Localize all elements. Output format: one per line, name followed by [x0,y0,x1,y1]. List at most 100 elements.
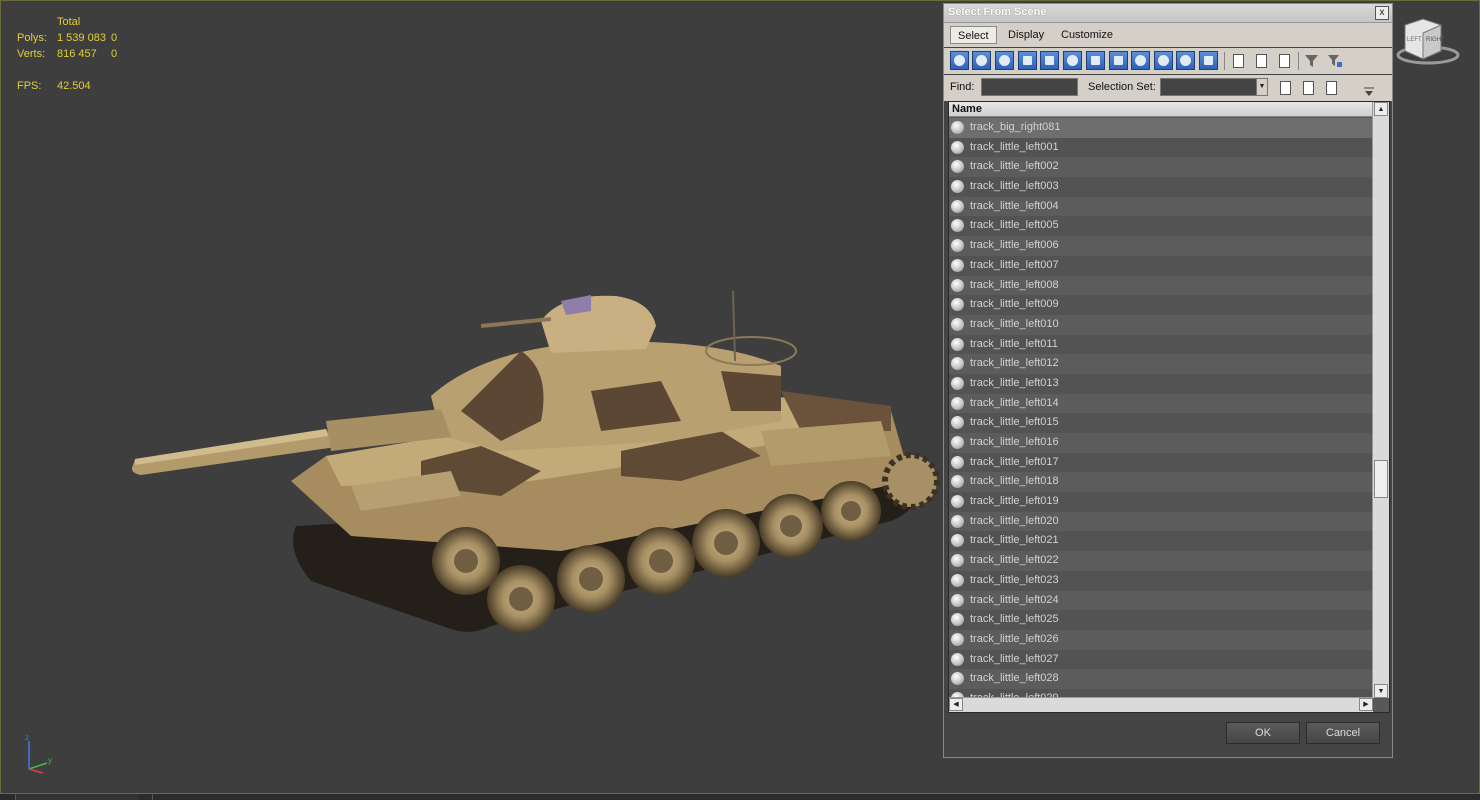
scroll-right-icon[interactable]: ▶ [1359,698,1373,711]
list-item[interactable]: track_little_left016 [949,433,1373,453]
display-frozen-icon[interactable] [1176,51,1195,70]
list-item-label: track_little_left024 [970,593,1059,606]
list-item[interactable]: track_little_left018 [949,472,1373,493]
select-all-icon[interactable] [1228,51,1247,70]
menu-display[interactable]: Display [1001,26,1051,44]
tank-model[interactable] [121,281,951,651]
list-item[interactable]: track_little_left010 [949,314,1373,335]
list-item[interactable]: track_big_right081 [949,118,1373,138]
selection-set-remove-icon[interactable] [1321,78,1340,97]
select-none-icon[interactable] [1251,51,1270,70]
selection-set-create-icon[interactable] [1275,78,1294,97]
list-item[interactable]: track_little_left011 [949,334,1373,355]
menu-customize[interactable]: Customize [1054,26,1120,44]
time-slider[interactable] [15,794,138,800]
scroll-down-icon[interactable]: ▼ [1374,684,1388,698]
list-item-label: track_little_left019 [970,495,1059,508]
list-item[interactable]: track_little_left021 [949,531,1373,552]
list-item[interactable]: track_little_left017 [949,452,1373,473]
list-item[interactable]: track_little_left009 [949,295,1373,315]
list-item[interactable]: track_little_left008 [949,275,1373,296]
list-item[interactable]: track_little_left019 [949,492,1373,512]
list-item[interactable]: track_little_left022 [949,551,1373,571]
list-item[interactable]: track_little_left004 [949,196,1373,217]
geometry-object-icon [951,593,964,607]
geometry-object-icon [951,396,964,410]
display-lights-icon[interactable] [995,51,1014,70]
list-item[interactable]: track_little_left013 [949,373,1373,394]
stats-total-label: Total [57,16,81,28]
stats-polys-label: Polys: [17,32,47,44]
list-item-label: track_little_left028 [970,672,1059,685]
viewport-statistics: Total Polys: 1 539 083 0 Verts: 816 457 … [17,14,441,94]
scene-object-list[interactable]: Name track_big_right081 track_little_left… [948,101,1390,713]
axis-y-label: y [48,756,52,765]
display-groups-icon[interactable] [1086,51,1105,70]
list-item[interactable]: track_little_left015 [949,413,1373,433]
select-invert-icon[interactable] [1274,51,1293,70]
select-from-scene-dialog: Select From Scene x Select Display Custo… [943,3,1393,758]
filter-icon[interactable] [1302,51,1321,70]
vertical-scrollbar[interactable]: ▲ ▼ [1372,102,1389,698]
display-bones-icon[interactable] [1131,51,1150,70]
geometry-object-icon [951,534,964,548]
display-shapes-icon[interactable] [972,51,991,70]
list-item-label: track_little_left016 [970,436,1059,448]
menu-select[interactable]: Select [950,26,997,44]
geometry-object-icon [951,652,964,666]
list-item[interactable]: track_little_left026 [949,629,1373,650]
selection-set-edit-icon[interactable] [1298,78,1317,97]
display-cameras-icon[interactable] [1018,51,1037,70]
list-item[interactable]: track_little_left002 [949,157,1373,178]
geometry-object-icon [951,475,964,489]
selection-set-dropdown[interactable]: ▼ [1160,78,1268,96]
geometry-object-icon [951,376,964,390]
list-item[interactable]: track_little_left020 [949,511,1373,532]
dialog-menubar: Select Display Customize [944,23,1392,47]
horizontal-scrollbar[interactable]: ◀ ▶ [949,697,1373,712]
list-item[interactable]: track_little_left027 [949,649,1373,670]
list-item[interactable]: track_little_left005 [949,216,1373,237]
options-dropdown-icon[interactable] [1360,82,1379,101]
list-item-label: track_little_left027 [970,652,1059,665]
list-item-label: track_little_left018 [970,475,1059,488]
viewcube-gizmo[interactable]: LEFT RIGHT [1393,15,1463,67]
geometry-object-icon [951,317,964,331]
cancel-button[interactable]: Cancel [1306,722,1380,744]
filter-settings-icon[interactable] [1325,51,1344,70]
geometry-object-icon [951,199,964,213]
list-item[interactable]: track_little_left012 [949,354,1373,374]
stats-verts-total: 816 457 [57,48,97,60]
list-item[interactable]: track_little_left024 [949,590,1373,611]
list-item[interactable]: track_little_left025 [949,610,1373,630]
stats-fps-label: FPS: [17,80,42,92]
scroll-thumb[interactable] [1374,460,1388,498]
dialog-titlebar[interactable]: Select From Scene x [944,4,1392,23]
scroll-up-icon[interactable]: ▲ [1374,102,1388,116]
display-xrefs-icon[interactable] [1109,51,1128,70]
list-item[interactable]: track_little_left028 [949,669,1373,689]
timeline-divider [152,794,153,800]
display-spacewarps-icon[interactable] [1063,51,1082,70]
timeline-strip[interactable] [0,794,1480,800]
list-item[interactable]: track_little_left003 [949,177,1373,197]
list-item[interactable]: track_little_left001 [949,137,1373,158]
list-item[interactable]: track_little_left007 [949,255,1373,276]
list-item[interactable]: track_little_left014 [949,393,1373,414]
list-item[interactable]: track_little_left006 [949,236,1373,256]
geometry-object-icon [951,140,964,154]
chevron-down-icon[interactable]: ▼ [1256,79,1267,95]
stats-verts-label: Verts: [17,48,46,60]
list-item[interactable]: track_little_left023 [949,570,1373,591]
display-hidden-icon[interactable] [1199,51,1218,70]
list-item-label: track_little_left022 [970,554,1059,567]
scroll-left-icon[interactable]: ◀ [949,698,963,711]
display-containers-icon[interactable] [1154,51,1173,70]
ok-button[interactable]: OK [1226,722,1300,744]
display-helpers-icon[interactable] [1040,51,1059,70]
close-icon[interactable]: x [1375,6,1389,20]
find-input[interactable] [981,78,1078,96]
column-header-name[interactable]: Name [949,102,1373,117]
toolbar-separator [1298,52,1299,70]
display-geometry-icon[interactable] [950,51,969,70]
